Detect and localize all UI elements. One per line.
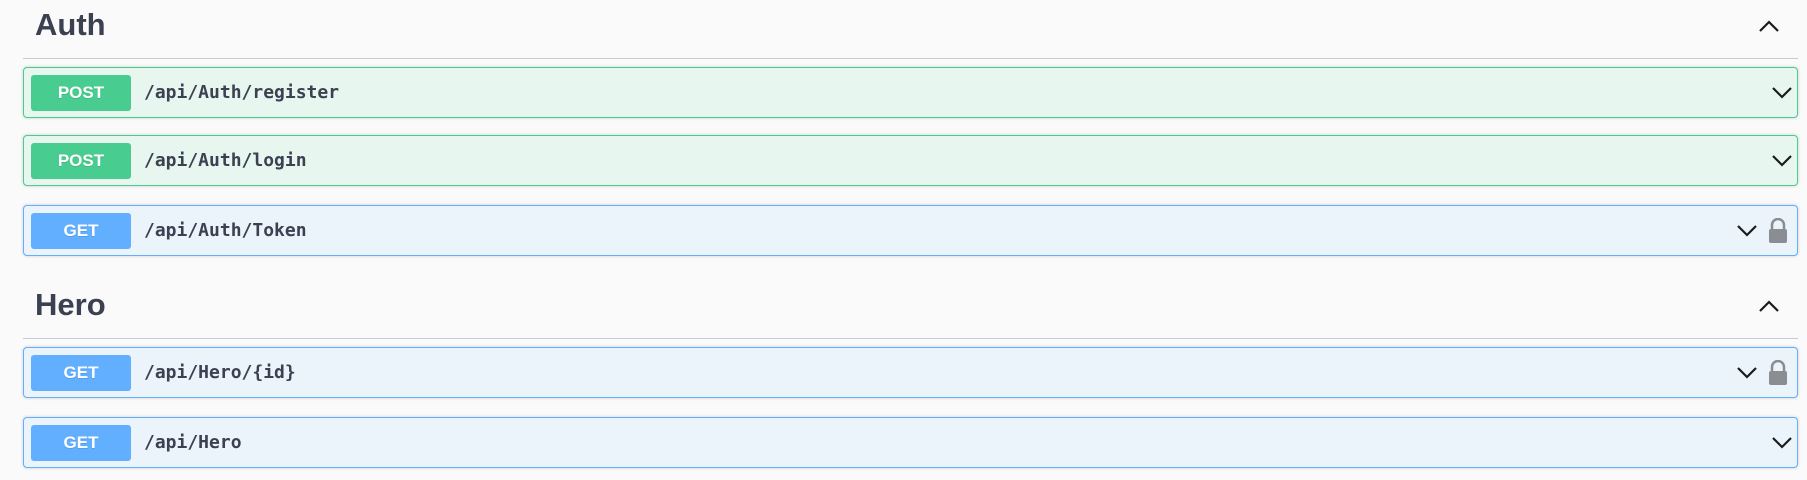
method-badge: GET	[31, 213, 131, 249]
chevron-down-icon[interactable]	[1769, 81, 1795, 105]
chevron-down-icon[interactable]	[1734, 361, 1760, 385]
lock-icon[interactable]	[1767, 359, 1789, 387]
chevron-up-icon[interactable]	[1752, 291, 1786, 321]
lock-icon[interactable]	[1767, 217, 1789, 245]
chevron-down-icon[interactable]	[1734, 219, 1760, 243]
tag-section-hero[interactable]: Hero	[23, 277, 1798, 339]
tag-title: Hero	[35, 287, 106, 322]
chevron-up-icon[interactable]	[1752, 11, 1786, 41]
chevron-down-icon[interactable]	[1769, 149, 1795, 173]
opblock-get-auth-token[interactable]: GET /api/Auth/Token	[23, 205, 1798, 256]
tag-title: Auth	[35, 7, 106, 42]
method-badge: GET	[31, 355, 131, 391]
operation-path: /api/Hero/{id}	[144, 362, 296, 383]
opblock-get-hero-by-id[interactable]: GET /api/Hero/{id}	[23, 347, 1798, 398]
method-badge: POST	[31, 143, 131, 179]
opblock-post-auth-login[interactable]: POST /api/Auth/login	[23, 135, 1798, 186]
tag-section-auth[interactable]: Auth	[23, 0, 1798, 59]
method-badge: POST	[31, 75, 131, 111]
operation-path: /api/Auth/Token	[144, 220, 307, 241]
operation-path: /api/Auth/login	[144, 150, 307, 171]
chevron-down-icon[interactable]	[1769, 431, 1795, 455]
method-badge: GET	[31, 425, 131, 461]
opblock-get-hero[interactable]: GET /api/Hero	[23, 417, 1798, 468]
operation-path: /api/Auth/register	[144, 82, 340, 103]
operation-path: /api/Hero	[144, 432, 242, 453]
swagger-operations-page: Auth POST /api/Auth/register POST /api/A…	[0, 0, 1807, 480]
opblock-post-auth-register[interactable]: POST /api/Auth/register	[23, 67, 1798, 118]
